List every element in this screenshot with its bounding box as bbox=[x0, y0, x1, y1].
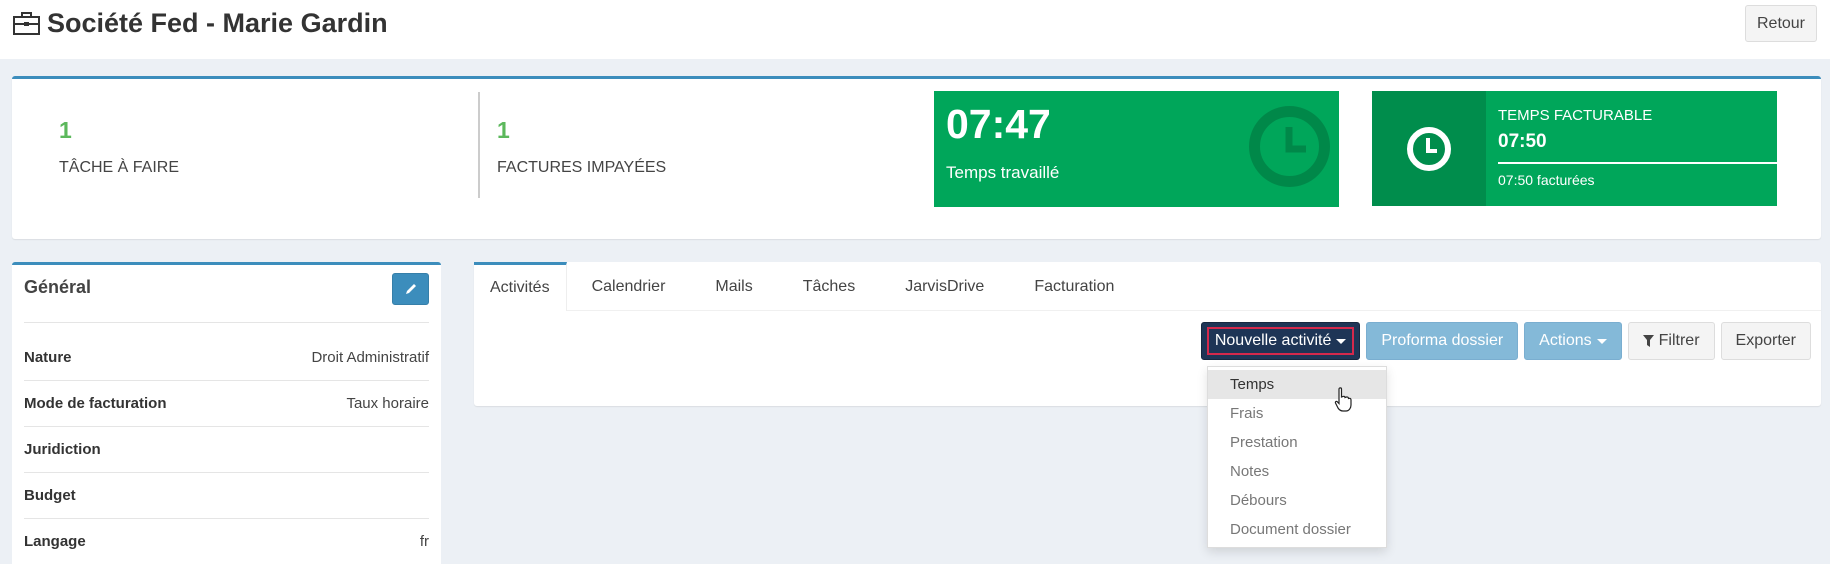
billable-title: TEMPS FACTURABLE bbox=[1498, 107, 1653, 124]
divider bbox=[24, 322, 429, 323]
detail-key: Juridiction bbox=[24, 441, 101, 458]
pencil-icon bbox=[405, 284, 416, 294]
tab-calendar[interactable]: Calendrier bbox=[567, 262, 691, 311]
detail-row-nature: Nature Droit Administratif bbox=[24, 335, 429, 381]
stats-panel: 1 TÂCHE À FAIRE 1 FACTURES IMPAYÉES 07:4… bbox=[12, 76, 1821, 239]
actions-button[interactable]: Actions bbox=[1524, 322, 1622, 360]
filter-icon bbox=[1642, 335, 1654, 347]
menu-item-disbursements[interactable]: Débours bbox=[1208, 486, 1386, 515]
detail-key: Nature bbox=[24, 349, 72, 366]
hand-cursor-icon bbox=[1334, 387, 1352, 412]
new-activity-menu: Temps Frais Prestation Notes Débours Doc… bbox=[1207, 366, 1387, 548]
invoices-stat[interactable]: 1 FACTURES IMPAYÉES bbox=[478, 92, 918, 198]
detail-row-budget: Budget bbox=[24, 473, 429, 519]
tasks-count: 1 bbox=[59, 117, 72, 143]
page-title: Société Fed - Marie Gardin bbox=[12, 8, 388, 39]
activities-toolbar: Nouvelle activité Proforma dossier Actio… bbox=[1200, 322, 1811, 360]
tasks-label: TÂCHE À FAIRE bbox=[59, 159, 180, 176]
menu-item-time[interactable]: Temps bbox=[1208, 370, 1386, 399]
edit-button[interactable] bbox=[392, 273, 429, 305]
clock-icon bbox=[1407, 126, 1451, 171]
worked-time-label: Temps travaillé bbox=[946, 163, 1060, 182]
export-button[interactable]: Exporter bbox=[1720, 322, 1811, 360]
detail-key: Langage bbox=[24, 533, 86, 550]
new-activity-focus: Nouvelle activité bbox=[1206, 327, 1355, 355]
caret-down-icon bbox=[1336, 338, 1347, 344]
detail-value: Taux horaire bbox=[346, 395, 429, 412]
menu-item-service[interactable]: Prestation bbox=[1208, 428, 1386, 457]
tab-bar: Activités Calendrier Mails Tâches Jarvis… bbox=[474, 262, 1821, 311]
tab-tasks[interactable]: Tâches bbox=[778, 262, 880, 311]
menu-item-case-document[interactable]: Document dossier bbox=[1208, 515, 1386, 544]
actions-label: Actions bbox=[1539, 332, 1592, 349]
detail-row-jurisdiction: Juridiction bbox=[24, 427, 429, 473]
filter-label: Filtrer bbox=[1658, 332, 1700, 349]
detail-key: Mode de facturation bbox=[24, 395, 167, 412]
worked-time-value: 07:47 bbox=[946, 101, 1051, 147]
tab-mails[interactable]: Mails bbox=[690, 262, 777, 311]
detail-row-language: Langage fr bbox=[24, 519, 429, 564]
briefcase-icon bbox=[13, 12, 40, 35]
general-panel: Général Nature Droit Administratif Mode … bbox=[12, 262, 441, 564]
billable-value: 07:50 bbox=[1498, 131, 1547, 152]
detail-row-billing-mode: Mode de facturation Taux horaire bbox=[24, 381, 429, 427]
menu-item-notes[interactable]: Notes bbox=[1208, 457, 1386, 486]
billable-progress-bar bbox=[1498, 162, 1777, 164]
detail-value: Droit Administratif bbox=[311, 349, 429, 366]
tasks-stat[interactable]: 1 TÂCHE À FAIRE bbox=[12, 79, 478, 239]
invoices-label: FACTURES IMPAYÉES bbox=[497, 159, 667, 176]
billable-time-box: TEMPS FACTURABLE 07:50 07:50 facturées bbox=[1372, 91, 1777, 206]
billable-icon-area bbox=[1372, 91, 1486, 206]
general-title: Général bbox=[24, 277, 92, 297]
billable-description: 07:50 facturées bbox=[1498, 172, 1595, 188]
new-activity-label: Nouvelle activité bbox=[1214, 332, 1332, 349]
worked-time-tile: 07:47 Temps travaillé bbox=[934, 91, 1339, 207]
tab-activities[interactable]: Activités bbox=[474, 262, 567, 311]
invoices-count: 1 bbox=[497, 117, 510, 143]
filter-button[interactable]: Filtrer bbox=[1627, 322, 1715, 360]
detail-value: fr bbox=[419, 533, 429, 550]
general-details: Nature Droit Administratif Mode de factu… bbox=[24, 335, 429, 564]
menu-item-expenses[interactable]: Frais bbox=[1208, 399, 1386, 428]
caret-down-icon bbox=[1596, 338, 1607, 344]
page-title-text: Société Fed - Marie Gardin bbox=[47, 8, 388, 38]
tab-billing[interactable]: Facturation bbox=[1009, 262, 1139, 311]
back-button[interactable]: Retour bbox=[1745, 5, 1817, 42]
page-header: Société Fed - Marie Gardin Retour bbox=[0, 0, 1830, 59]
detail-key: Budget bbox=[24, 487, 76, 504]
proforma-button[interactable]: Proforma dossier bbox=[1366, 322, 1519, 360]
activities-panel: Activités Calendrier Mails Tâches Jarvis… bbox=[474, 262, 1821, 406]
tab-jarvisdrive[interactable]: JarvisDrive bbox=[880, 262, 1009, 311]
clock-icon bbox=[1249, 106, 1330, 187]
new-activity-button[interactable]: Nouvelle activité bbox=[1200, 322, 1361, 360]
